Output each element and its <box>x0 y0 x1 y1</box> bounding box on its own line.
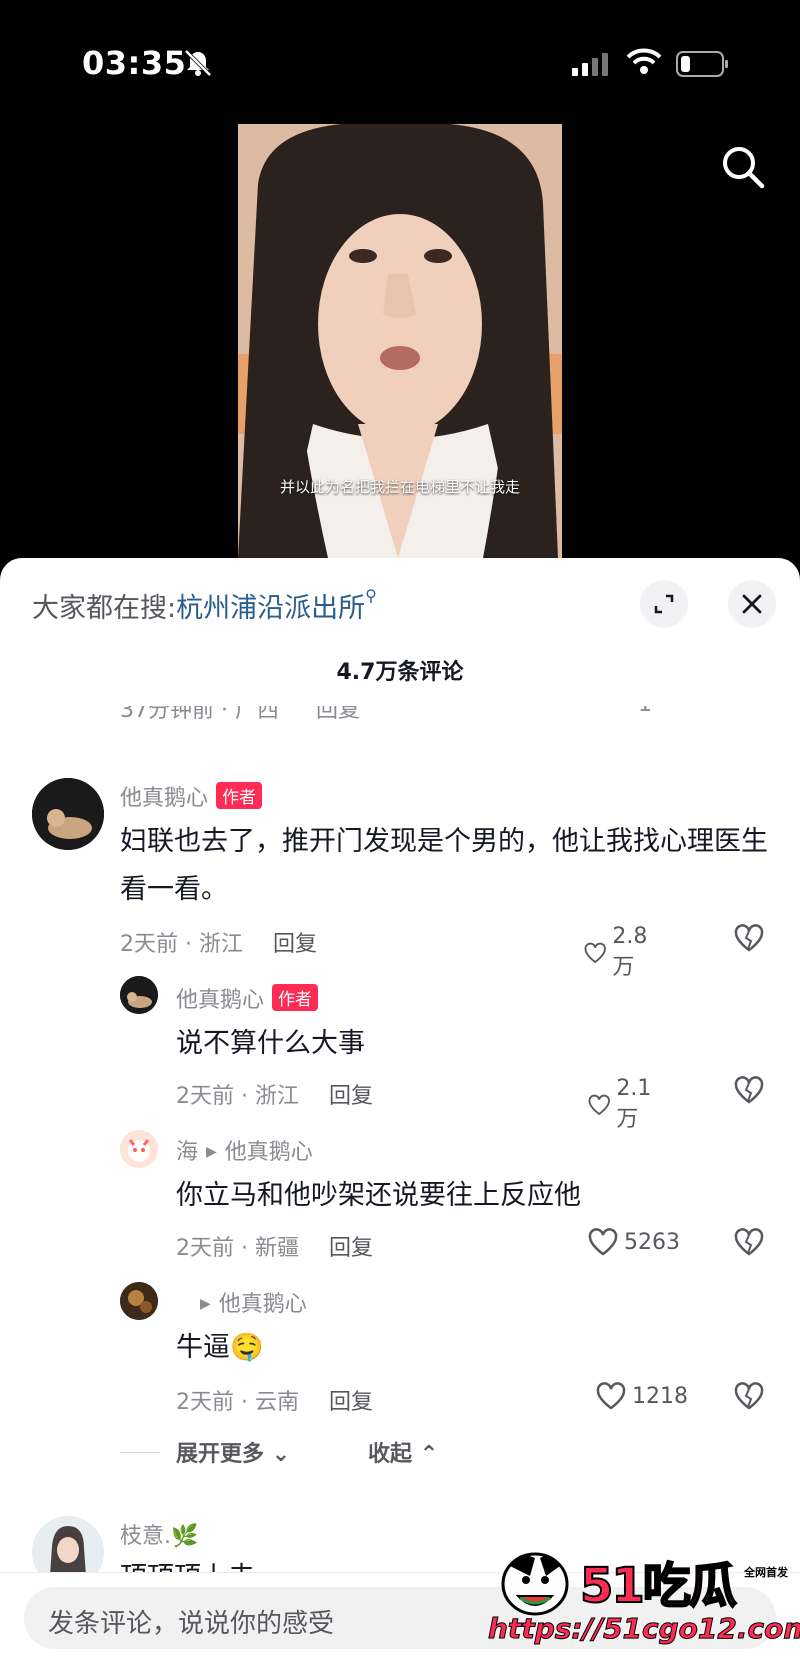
like-button[interactable]: 2.1万 <box>588 1076 659 1133</box>
status-time: 03:35 <box>82 44 187 82</box>
username[interactable]: 枝意.🌿 <box>120 1518 198 1550</box>
comment-text: 牛逼🤤 <box>176 1332 264 1363</box>
username[interactable]: 海 ▶ 他真鹅心 <box>176 1134 313 1166</box>
expand-more-label: 展开更多 <box>176 1442 265 1467</box>
comment-time: 2天前 · 云南 <box>176 1390 299 1415</box>
like-count: 2.1万 <box>616 1076 652 1132</box>
cat-avatar-icon <box>120 976 158 1014</box>
heart-icon <box>588 1094 610 1115</box>
comment-meta: 2天前 · 云南 回复 <box>176 1384 373 1416</box>
like-button[interactable]: 1218 <box>596 1382 688 1410</box>
like-count: 5263 <box>624 1229 680 1255</box>
photo-avatar-icon <box>120 1282 158 1320</box>
dislike-icon[interactable] <box>734 924 764 952</box>
comment-text: 你立马和他吵架还说要往上反应他 <box>176 1180 581 1211</box>
avatar[interactable] <box>120 1282 158 1320</box>
cut-meta: 37分钟前 · 广西 <box>120 706 279 723</box>
video-subtitle: 并以此为名把我拦在电梯里不让我走 <box>279 478 520 496</box>
username-text: 海 <box>176 1140 199 1165</box>
expand-icon <box>654 594 674 614</box>
divider <box>120 1452 160 1453</box>
like-button[interactable]: 5263 <box>588 1228 680 1256</box>
author-badge: 作者 <box>272 984 319 1011</box>
comment-time: 2天前 · 浙江 <box>120 932 243 957</box>
dislike-icon[interactable] <box>734 1228 764 1256</box>
watermark-url: https://51cgo12.com <box>488 1612 800 1646</box>
username-text: 他真鹅心 <box>176 988 265 1013</box>
bell-muted-icon <box>184 49 212 77</box>
reply-to-user[interactable]: 他真鹅心 <box>225 1140 313 1165</box>
username-text: 枝意.🌿 <box>120 1524 199 1549</box>
reply-button[interactable]: 回复 <box>273 932 317 957</box>
comment-input-placeholder: 发条评论，说说你的感受 <box>48 1609 335 1639</box>
comment-meta: 2天前 · 浙江 回复 <box>176 1078 373 1110</box>
chevron-down-icon: ⌄ <box>271 1442 291 1467</box>
author-badge: 作者 <box>216 782 263 809</box>
cut-likes: 1 <box>638 706 652 717</box>
username-text: 他真鹅心 <box>120 786 209 811</box>
comment-meta: 2天前 · 浙江 回复 <box>120 926 317 958</box>
expand-more-button[interactable]: 展开更多 ⌄ <box>176 1436 290 1468</box>
hot-search[interactable]: 大家都在搜:杭州浦沿派出所⚲ <box>32 586 377 625</box>
username[interactable]: ▶ 他真鹅心 <box>176 1286 307 1318</box>
heart-icon <box>584 942 606 963</box>
reply-to-user[interactable]: 他真鹅心 <box>219 1292 307 1317</box>
close-button[interactable] <box>728 580 776 628</box>
cartoon-avatar-icon <box>120 1130 158 1168</box>
cut-off-comment-meta: 37分钟前 · 广西 回复 1 <box>120 706 760 730</box>
video-player[interactable]: 并以此为名把我拦在电梯里不让我走 <box>238 124 562 558</box>
watermark-tag: 全网首发 <box>744 1566 788 1579</box>
collapse-button[interactable]: 收起 ⌃ <box>368 1436 438 1468</box>
dislike-icon[interactable] <box>734 1382 764 1410</box>
comment-meta: 2天前 · 新疆 回复 <box>176 1230 373 1262</box>
replies-toggle-row: 展开更多 ⌄ 收起 ⌃ <box>120 1432 520 1472</box>
like-count: 2.8万 <box>612 924 648 980</box>
cat-avatar-icon <box>32 778 104 850</box>
cut-reply[interactable]: 回复 <box>316 706 360 723</box>
watermark-logo: 51吃瓜 <box>579 1557 738 1615</box>
comment-panel: 大家都在搜:杭州浦沿派出所⚲ 4.7万条评论 37分钟前 · 广西 回复 1 <box>0 558 800 1662</box>
chevron-up-icon: ⌃ <box>419 1442 439 1467</box>
search-icon[interactable] <box>720 144 766 190</box>
dislike-icon[interactable] <box>734 1076 764 1104</box>
avatar[interactable] <box>120 1130 158 1168</box>
signal-icon <box>572 53 608 76</box>
collapse-label: 收起 <box>368 1442 413 1467</box>
expand-button[interactable] <box>640 580 688 628</box>
heart-icon <box>588 1228 618 1256</box>
wifi-icon <box>626 48 662 74</box>
comment-text: 说不算什么大事 <box>176 1028 365 1059</box>
heart-icon <box>596 1382 626 1410</box>
like-count: 1218 <box>632 1383 688 1409</box>
status-bar: 03:35 <box>0 0 800 120</box>
battery-icon <box>676 51 728 77</box>
comment-text: 妇联也去了，推开门发现是个男的，他让我找心理医生看一看。 <box>120 826 768 905</box>
close-icon <box>742 594 762 614</box>
reply-button[interactable]: 回复 <box>329 1390 373 1415</box>
comment-time: 2天前 · 新疆 <box>176 1236 299 1261</box>
hot-search-prefix: 大家都在搜: <box>32 593 177 624</box>
username[interactable]: 他真鹅心 作者 <box>120 780 263 812</box>
reply-button[interactable]: 回复 <box>329 1236 373 1261</box>
comment-time: 2天前 · 浙江 <box>176 1084 299 1109</box>
comment-count: 4.7万条评论 <box>336 660 464 685</box>
username[interactable]: 他真鹅心 作者 <box>176 982 319 1014</box>
avatar[interactable] <box>32 778 104 850</box>
watermark: 51吃瓜 全网首发 https://51cgo12.com <box>488 1536 800 1656</box>
hot-search-keyword[interactable]: 杭州浦沿派出所 <box>176 593 365 624</box>
avatar[interactable] <box>120 976 158 1014</box>
reply-arrow-icon: ▶ <box>200 1296 211 1312</box>
reply-arrow-icon: ▶ <box>206 1144 217 1160</box>
reply-button[interactable]: 回复 <box>329 1084 373 1109</box>
small-search-icon: ⚲ <box>365 586 377 605</box>
like-button[interactable]: 2.8万 <box>584 924 655 981</box>
